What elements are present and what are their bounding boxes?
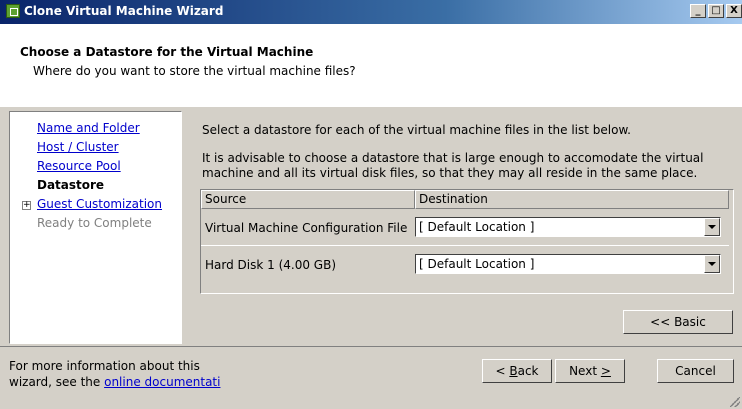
page-title: Choose a Datastore for the Virtual Machi…	[20, 45, 314, 59]
step-resource-pool[interactable]: Resource Pool	[37, 159, 121, 173]
chevron-down-icon[interactable]	[704, 218, 720, 236]
destination-select-disk[interactable]: [ Default Location ]	[415, 254, 721, 274]
step-host-cluster[interactable]: Host / Cluster	[37, 140, 119, 154]
step-name-and-folder[interactable]: Name and Folder	[37, 121, 140, 135]
help-text-prefix: wizard, see the	[9, 375, 105, 389]
help-text: For more information about this wizard, …	[9, 358, 220, 390]
window-title: Clone Virtual Machine Wizard	[24, 4, 224, 18]
expand-plus-icon[interactable]: +	[22, 201, 31, 210]
cancel-button[interactable]: Cancel	[657, 359, 734, 383]
destination-select-config[interactable]: [ Default Location ]	[415, 217, 721, 237]
back-button[interactable]: < Back	[482, 359, 552, 383]
basic-button[interactable]: << Basic	[623, 310, 733, 334]
step-guest-customization[interactable]: Guest Customization	[37, 197, 162, 211]
wizard-header: Choose a Datastore for the Virtual Machi…	[0, 24, 742, 107]
minimize-button[interactable]: _	[690, 4, 706, 18]
row-source-hard-disk: Hard Disk 1 (4.00 GB)	[205, 258, 336, 272]
maximize-button[interactable]: □	[708, 4, 724, 18]
row-divider	[201, 245, 729, 246]
vm-clone-icon	[6, 4, 20, 18]
advice-text-line2: machine and all its virtual disk files, …	[202, 166, 698, 180]
datastore-table: Source Destination Virtual Machine Confi…	[200, 189, 734, 294]
title-bar[interactable]: Clone Virtual Machine Wizard _ □ X	[0, 0, 742, 24]
destination-value: [ Default Location ]	[419, 220, 535, 234]
step-datastore: Datastore	[37, 178, 105, 192]
close-button[interactable]: X	[726, 4, 742, 18]
online-documentation-link[interactable]: online documentati	[104, 375, 220, 389]
next-button[interactable]: Next >	[555, 359, 625, 383]
wizard-footer: For more information about this wizard, …	[0, 346, 742, 409]
instruction-text: Select a datastore for each of the virtu…	[202, 123, 631, 137]
next-mnemonic: >	[600, 364, 611, 378]
wizard-content: Name and Folder Host / Cluster Resource …	[0, 106, 742, 347]
help-text-line1: For more information about this	[9, 359, 200, 373]
next-label: Next	[569, 364, 601, 378]
help-text-line2: wizard, see the online documentati	[9, 374, 220, 390]
row-source-config-file: Virtual Machine Configuration File	[205, 221, 408, 235]
column-header-destination[interactable]: Destination	[415, 190, 729, 209]
page-subtitle: Where do you want to store the virtual m…	[33, 64, 356, 78]
wizard-steps-sidebar: Name and Folder Host / Cluster Resource …	[9, 111, 182, 344]
step-ready-to-complete: Ready to Complete	[37, 216, 152, 230]
chevron-down-icon[interactable]	[704, 255, 720, 273]
column-header-source[interactable]: Source	[201, 190, 415, 209]
resize-grip-icon[interactable]	[730, 397, 740, 407]
back-rest: ack	[517, 364, 539, 378]
destination-value: [ Default Location ]	[419, 257, 535, 271]
back-prefix: <	[495, 364, 510, 378]
back-mnemonic: B	[509, 364, 518, 378]
advice-text-line1: It is advisable to choose a datastore th…	[202, 151, 704, 165]
